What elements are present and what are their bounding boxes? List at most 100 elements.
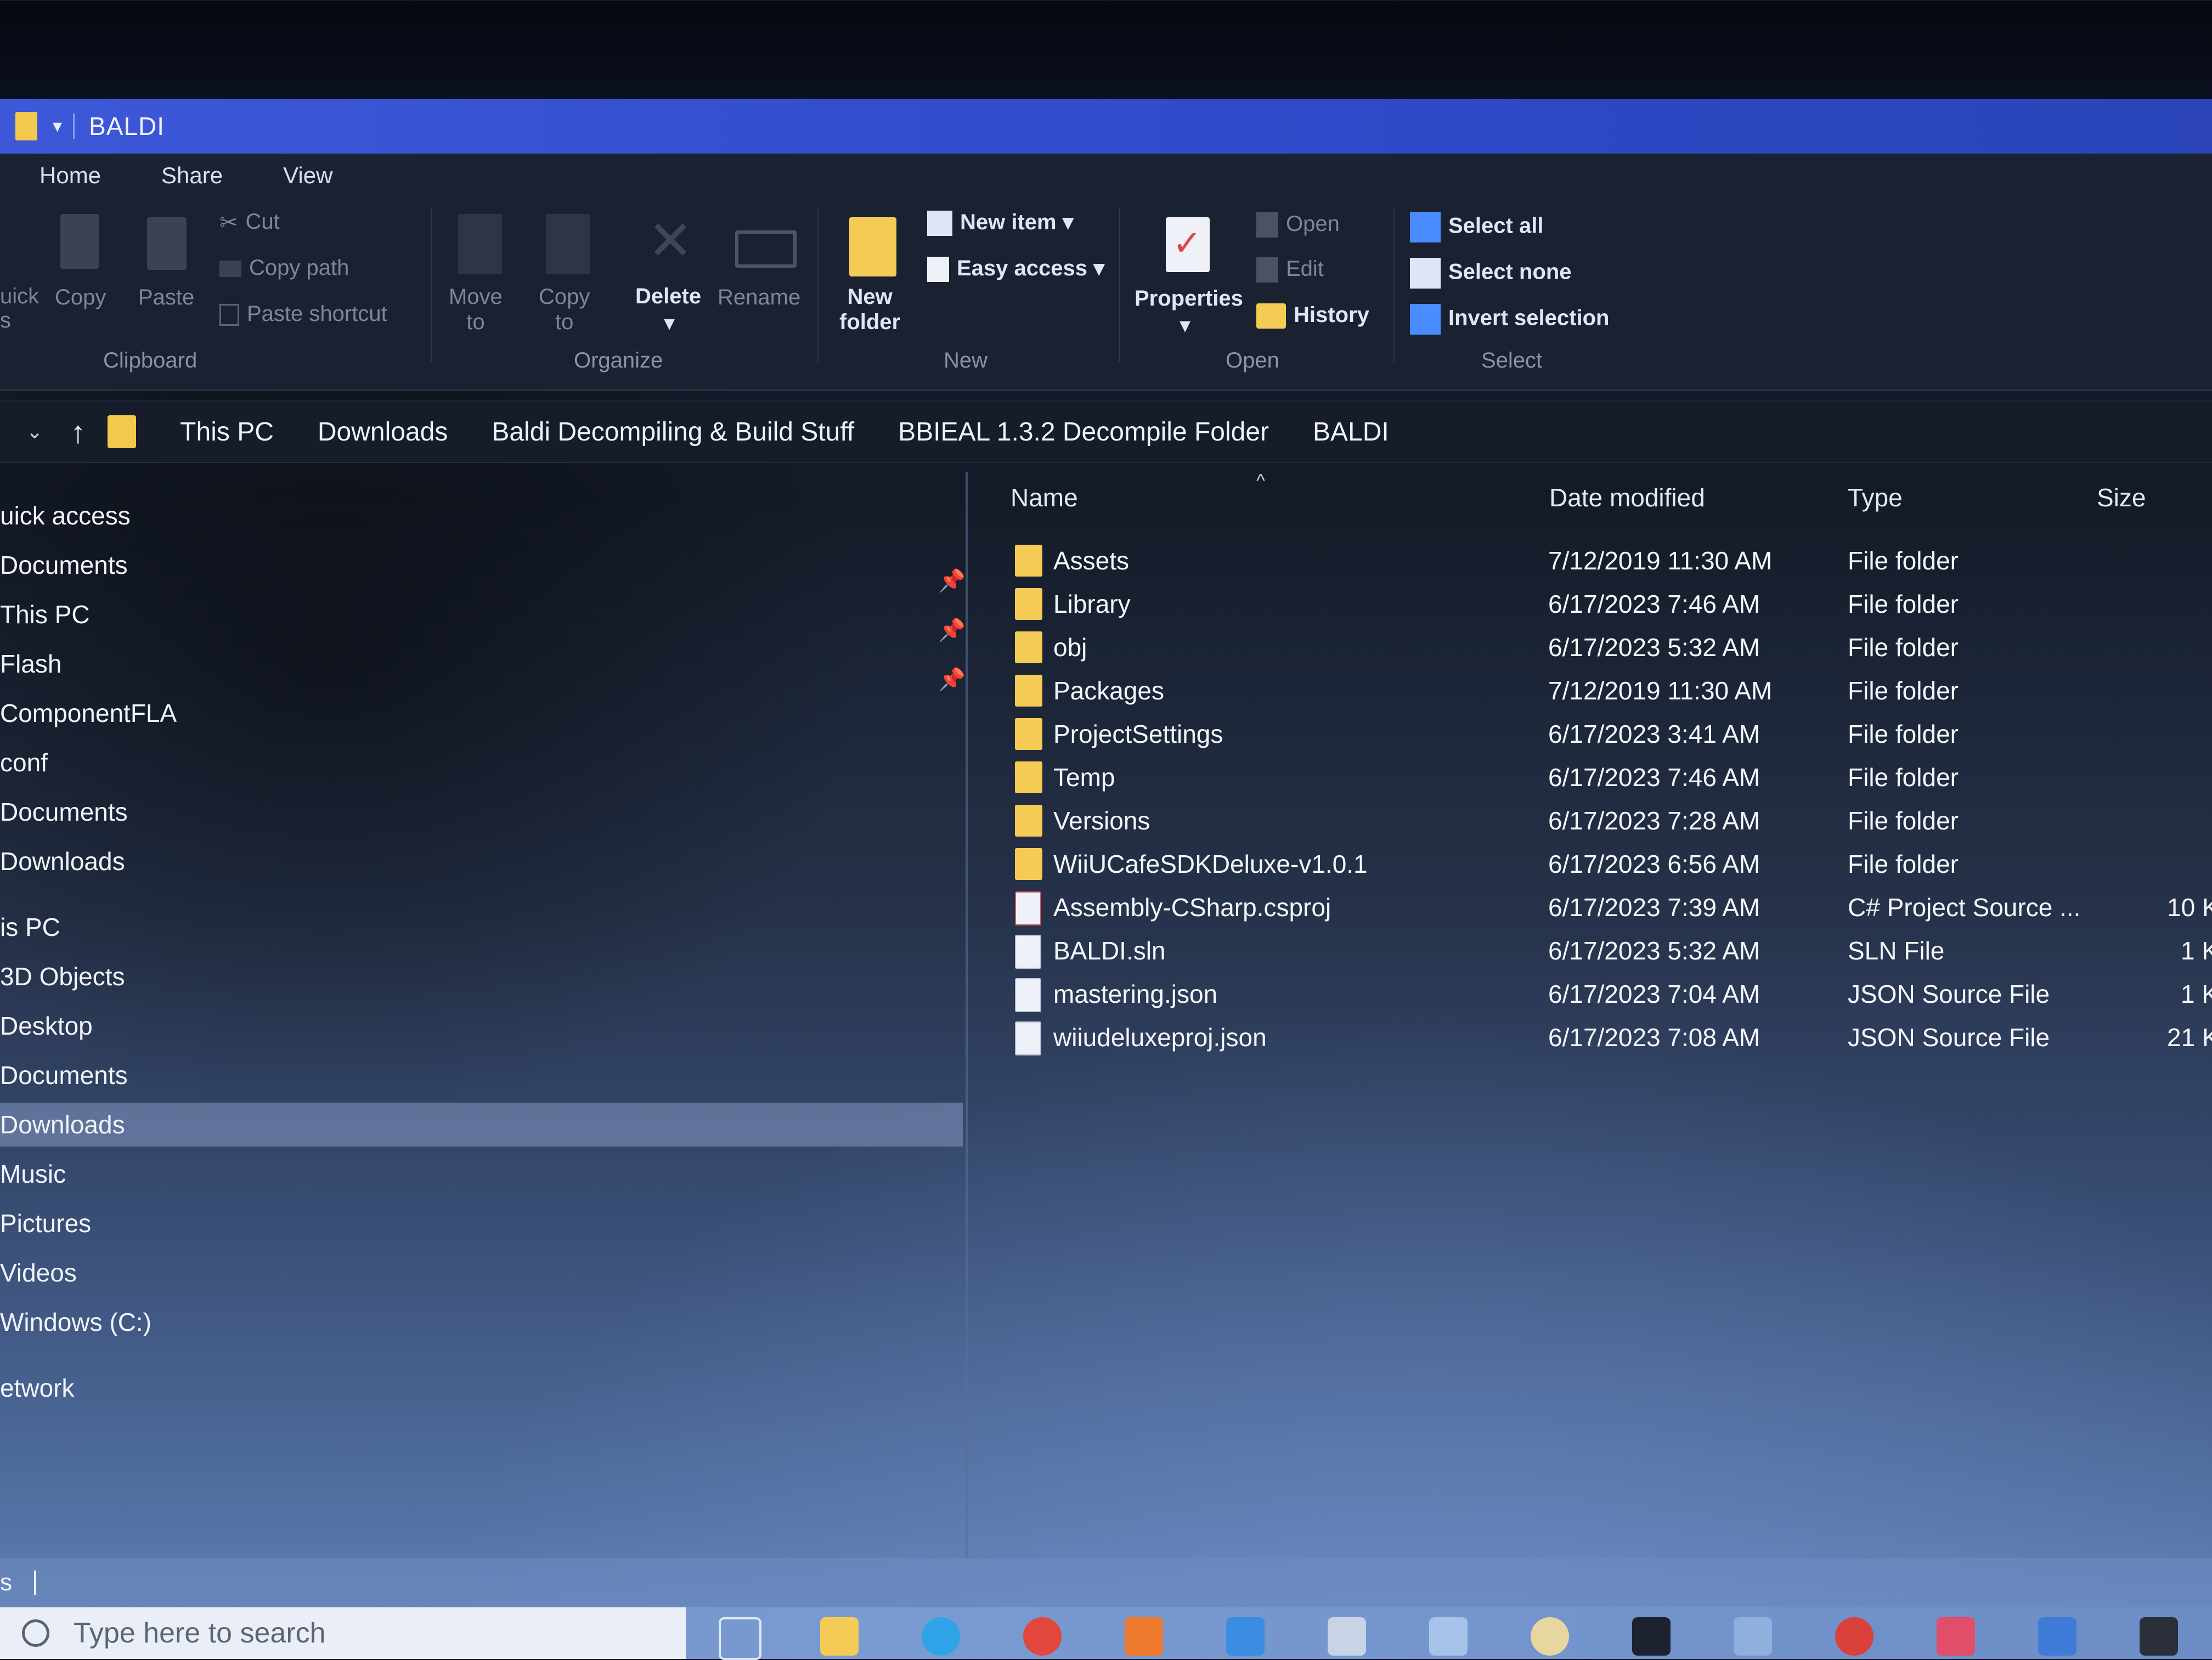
ribbon-separator	[1119, 208, 1120, 362]
address-bar[interactable]: ⌄ ↑ This PC Downloads Baldi Decompiling …	[0, 400, 2212, 463]
file-date: 6/17/2023 7:46 AM	[1548, 590, 1760, 618]
new-item-button[interactable]: New item ▾	[927, 210, 1074, 236]
app-icon[interactable]	[1734, 1617, 1772, 1656]
mail-icon[interactable]	[1226, 1617, 1265, 1656]
ribbon-separator	[1393, 208, 1395, 362]
properties-button[interactable]: Properties	[1135, 286, 1243, 311]
open-button[interactable]: Open	[1256, 212, 1340, 238]
pin-quick-access-button[interactable]: uick s	[0, 284, 39, 332]
breadcrumb-downloads[interactable]: Downloads	[318, 417, 448, 447]
easy-access-button[interactable]: Easy access ▾	[927, 256, 1104, 283]
file-row[interactable]: wiiudeluxeproj.json 6/17/2023 7:08 AM JS…	[0, 1017, 2212, 1060]
title-separator	[73, 114, 75, 139]
file-explorer-icon[interactable]	[820, 1617, 859, 1656]
copy-path-label: Copy path	[249, 256, 349, 280]
nav-item-network[interactable]: etwork	[0, 1366, 74, 1410]
file-row[interactable]: Assembly-CSharp.csproj 6/17/2023 7:39 AM…	[0, 887, 2212, 930]
paste-button[interactable]: Paste	[138, 285, 194, 310]
file-date: 7/12/2019 11:30 AM	[1548, 676, 1773, 705]
file-row[interactable]: Temp 6/17/2023 7:46 AM File folder	[0, 757, 2212, 800]
breadcrumb-bbieal-decompile-folder[interactable]: BBIEAL 1.3.2 Decompile Folder	[898, 417, 1269, 447]
wii-app-icon[interactable]	[1328, 1617, 1366, 1656]
column-header-name[interactable]: Name	[1011, 483, 1078, 512]
move-to-button[interactable]: Move to	[449, 284, 503, 335]
nav-item-pictures[interactable]: Pictures	[0, 1201, 91, 1245]
file-row[interactable]: mastering.json 6/17/2023 7:04 AM JSON So…	[0, 974, 2212, 1017]
taskbar-search-box[interactable]: Type here to search	[0, 1607, 686, 1659]
new-item-icon	[927, 211, 952, 236]
invert-selection-icon	[1410, 304, 1441, 335]
file-row[interactable]: WiiUCafeSDKDeluxe-v1.0.1 6/17/2023 6:56 …	[0, 844, 2212, 887]
file-row[interactable]: Library 6/17/2023 7:46 AM File folder	[0, 584, 2212, 627]
breadcrumb-this-pc[interactable]: This PC	[180, 417, 274, 447]
delete-button[interactable]: Delete	[635, 284, 701, 309]
select-all-icon	[1410, 212, 1441, 242]
paste-shortcut-icon	[219, 304, 239, 326]
copy-icon	[60, 214, 99, 269]
app-icon[interactable]	[1835, 1617, 1874, 1656]
nav-item-windows-c[interactable]: Windows (C:)	[0, 1300, 151, 1344]
breadcrumb-baldi[interactable]: BALDI	[1313, 417, 1389, 447]
column-header-type[interactable]: Type	[1848, 483, 1903, 512]
edit-button[interactable]: Edit	[1256, 257, 1324, 283]
nav-item-downloads[interactable]: Downloads	[0, 1103, 963, 1147]
task-view-icon[interactable]	[719, 1617, 761, 1660]
paste-shortcut-button[interactable]: Paste shortcut	[219, 302, 387, 326]
chrome-browser-icon[interactable]	[1023, 1617, 1062, 1656]
new-item-dropdown-icon: ▾	[1056, 210, 1074, 234]
file-row[interactable]: Versions 6/17/2023 7:28 AM File folder	[0, 800, 2212, 844]
new-folder-icon	[849, 217, 896, 276]
file-type: C# Project Source ...	[1848, 893, 2081, 922]
app-icon[interactable]	[1429, 1617, 1468, 1656]
ribbon-separator	[817, 208, 819, 362]
tab-home[interactable]: Home	[40, 162, 101, 189]
copy-path-button[interactable]: Copy path	[219, 256, 349, 280]
copy-button[interactable]: Copy	[55, 285, 106, 310]
column-header-date-modified[interactable]: Date modified	[1549, 483, 1705, 512]
copy-to-button[interactable]: Copy to	[539, 284, 590, 335]
unity-icon[interactable]	[2140, 1617, 2178, 1656]
app-icon[interactable]	[2038, 1617, 2076, 1656]
store-icon[interactable]	[1125, 1617, 1163, 1656]
invert-selection-button[interactable]: Invert selection	[1410, 304, 1609, 335]
file-row[interactable]: Assets 7/12/2019 11:30 AM File folder	[0, 540, 2212, 584]
nav-item-videos[interactable]: Videos	[0, 1251, 77, 1295]
edit-label: Edit	[1286, 257, 1324, 281]
properties-dropdown-icon[interactable]: ▾	[1180, 313, 1190, 338]
column-header-size[interactable]: Size	[2097, 483, 2146, 512]
breadcrumb-baldi-decompiling[interactable]: Baldi Decompiling & Build Stuff	[492, 417, 854, 447]
file-date: 6/17/2023 5:32 AM	[1548, 633, 1760, 662]
delete-dropdown-icon[interactable]: ▾	[664, 310, 675, 336]
new-folder-button[interactable]: New folder	[839, 284, 900, 335]
open-icon	[1256, 212, 1278, 238]
cut-button[interactable]: ✂ Cut	[219, 210, 280, 235]
tab-share[interactable]: Share	[161, 162, 223, 189]
nav-item-music[interactable]: Music	[0, 1152, 66, 1196]
terminal-icon[interactable]	[1632, 1617, 1671, 1656]
file-date: 6/17/2023 3:41 AM	[1548, 720, 1760, 748]
history-button[interactable]: History	[1256, 303, 1369, 329]
rename-icon	[735, 230, 797, 268]
up-arrow-icon[interactable]: ↑	[70, 414, 86, 450]
rename-button[interactable]: Rename	[718, 285, 800, 310]
file-name: Packages	[1053, 676, 1165, 705]
group-label-clipboard: Clipboard	[103, 348, 198, 372]
csproj-icon	[1015, 891, 1041, 925]
recent-locations-chevron-icon[interactable]: ⌄	[26, 420, 43, 443]
file-row[interactable]: BALDI.sln 6/17/2023 5:32 AM SLN File 1 K	[0, 930, 2212, 974]
taskbar: Type here to search	[0, 1607, 2212, 1660]
file-row[interactable]: ProjectSettings 6/17/2023 3:41 AM File f…	[0, 714, 2212, 757]
app-icon[interactable]	[1937, 1617, 1975, 1656]
settings-gear-icon[interactable]	[1531, 1617, 1569, 1656]
select-all-button[interactable]: Select all	[1410, 212, 1543, 242]
file-name: mastering.json	[1053, 980, 1218, 1008]
file-type: File folder	[1848, 676, 1959, 705]
scissors-icon: ✂	[219, 211, 238, 235]
folder-icon	[1015, 805, 1042, 837]
file-row[interactable]: obj 6/17/2023 5:32 AM File folder	[0, 627, 2212, 670]
quick-access-toolbar-dropdown-icon[interactable]: ▾	[53, 115, 62, 137]
file-row[interactable]: Packages 7/12/2019 11:30 AM File folder	[0, 670, 2212, 714]
edge-browser-icon[interactable]	[922, 1617, 960, 1656]
tab-view[interactable]: View	[283, 162, 332, 189]
select-none-button[interactable]: Select none	[1410, 258, 1572, 289]
